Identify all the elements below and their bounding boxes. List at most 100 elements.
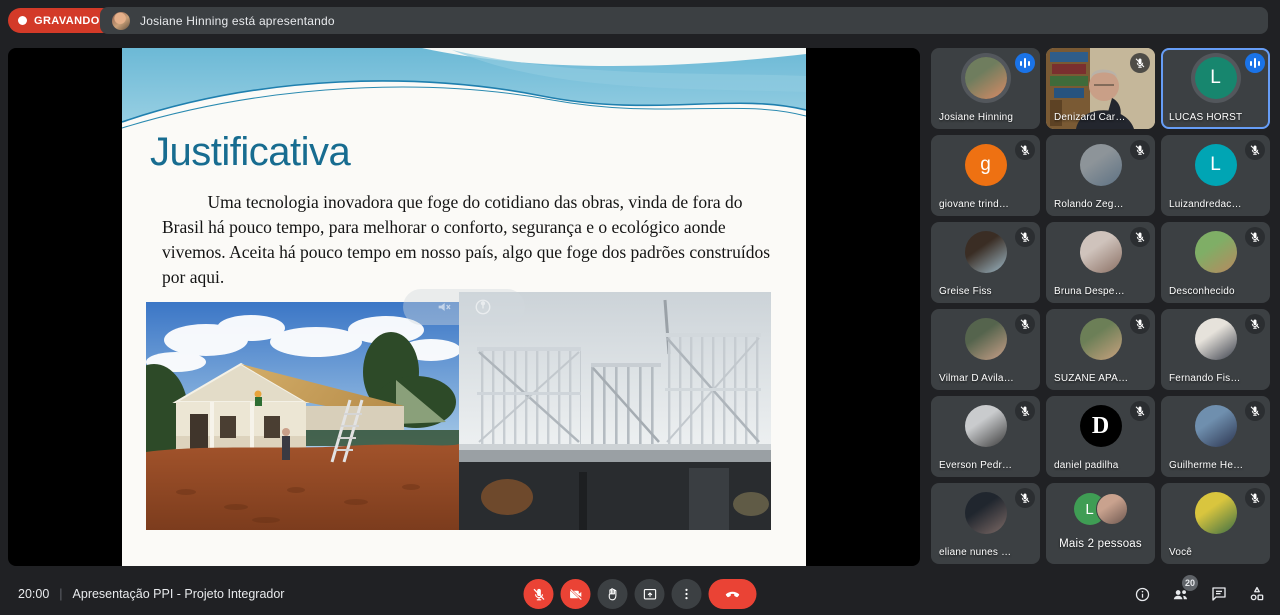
participant-tile[interactable]: Guilherme Henriq...: [1161, 396, 1270, 477]
mic-muted-icon: [1015, 227, 1035, 247]
mic-muted-icon: [1015, 488, 1035, 508]
presenter-avatar: [112, 12, 130, 30]
mic-off-icon: [531, 587, 546, 602]
participant-tile[interactable]: D daniel padilha: [1046, 396, 1155, 477]
mic-muted-icon: [1130, 140, 1150, 160]
avatar: [965, 492, 1007, 534]
chat-icon: [1210, 585, 1228, 603]
clock-time: 20:00: [18, 587, 49, 601]
avatar: g: [965, 144, 1007, 186]
slide-photo-steel-frame: [459, 292, 771, 530]
participant-tile[interactable]: L Mais 2 pessoas: [1046, 483, 1155, 564]
participant-name: Vilmar D Avila Filho: [939, 373, 1014, 384]
more-vertical-icon: [680, 587, 694, 601]
participant-name: daniel padilha: [1054, 460, 1129, 471]
slide-paragraph: Uma tecnologia inovadora que foge do cot…: [162, 190, 772, 289]
participant-name: Denizard Carvalho: [1054, 112, 1129, 123]
mic-muted-icon: [1245, 140, 1265, 160]
participant-name: Guilherme Henriq...: [1169, 460, 1244, 471]
participant-name: giovane trindade: [939, 199, 1014, 210]
participant-tile[interactable]: Rolando Zegarra: [1046, 135, 1155, 216]
participant-name: Mais 2 pessoas: [1046, 538, 1155, 550]
participant-name: Bruna Despessel: [1054, 286, 1129, 297]
mic-muted-icon: [1245, 401, 1265, 421]
slide-photo-house: [146, 302, 459, 530]
participant-tile[interactable]: Everson Pedroso: [931, 396, 1040, 477]
participant-name: Rolando Zegarra: [1054, 199, 1129, 210]
presentation-hover-controls[interactable]: [403, 289, 525, 325]
camera-toggle-button[interactable]: [561, 579, 591, 609]
participants-button[interactable]: 20: [1171, 585, 1190, 604]
participant-tile[interactable]: Bruna Despessel: [1046, 222, 1155, 303]
pin-icon: [474, 298, 492, 316]
mic-toggle-button[interactable]: [524, 579, 554, 609]
present-screen-button[interactable]: [635, 579, 665, 609]
participant-tile[interactable]: g giovane trindade: [931, 135, 1040, 216]
mic-muted-icon: [1015, 401, 1035, 421]
slide-title: Justificativa: [150, 130, 350, 175]
recording-label: GRAVANDO: [34, 15, 100, 27]
participant-name: eliane nunes bund...: [939, 547, 1014, 558]
mic-muted-icon: [1130, 227, 1150, 247]
audio-activity-icon: [1015, 53, 1035, 73]
chat-button[interactable]: [1210, 585, 1228, 603]
raise-hand-button[interactable]: [598, 579, 628, 609]
participant-tile[interactable]: Desconhecido: [1161, 222, 1270, 303]
avatar: [1080, 144, 1122, 186]
mic-muted-icon: [1015, 140, 1035, 160]
avatar: [965, 318, 1007, 360]
presenting-text: Josiane Hinning está apresentando: [140, 14, 335, 28]
divider: |: [59, 587, 62, 601]
recording-dot-icon: [18, 16, 27, 25]
avatar: L: [1195, 144, 1237, 186]
end-call-icon: [724, 585, 742, 603]
participant-name: LUCAS HORST: [1169, 112, 1244, 123]
participant-name: Desconhecido: [1169, 286, 1244, 297]
top-bar: GRAVANDO Josiane Hinning está apresentan…: [0, 0, 1280, 40]
avatar: [1195, 405, 1237, 447]
participant-tile[interactable]: Vilmar D Avila Filho: [931, 309, 1040, 390]
avatar: [1080, 318, 1122, 360]
audio-off-icon: [436, 299, 452, 315]
bottom-bar: 20:00 | Apresentação PPI - Projeto Integ…: [0, 573, 1280, 615]
meeting-info: 20:00 | Apresentação PPI - Projeto Integ…: [18, 573, 284, 615]
participant-tile[interactable]: L Luizandredacosta ...: [1161, 135, 1270, 216]
participant-name: SUZANE APARECID...: [1054, 373, 1129, 384]
participant-tile[interactable]: Fernando Fischer: [1161, 309, 1270, 390]
participant-tile[interactable]: SUZANE APARECID...: [1046, 309, 1155, 390]
participant-tile[interactable]: eliane nunes bund...: [931, 483, 1040, 564]
participant-name: Você: [1169, 547, 1244, 558]
meeting-name: Apresentação PPI - Projeto Integrador: [73, 587, 285, 601]
activities-button[interactable]: [1248, 585, 1266, 603]
avatar: [1195, 231, 1237, 273]
mic-muted-icon: [1245, 227, 1265, 247]
avatar: [965, 405, 1007, 447]
participant-tile[interactable]: Greise Fiss: [931, 222, 1040, 303]
meeting-panel-buttons: 20: [1134, 573, 1266, 615]
mic-muted-icon: [1245, 488, 1265, 508]
mic-muted-icon: [1130, 53, 1150, 73]
avatar: L: [1195, 57, 1237, 99]
info-icon: [1134, 586, 1151, 603]
avatar: [1195, 318, 1237, 360]
participant-tile[interactable]: Você: [1161, 483, 1270, 564]
participant-tile[interactable]: Denizard Carvalho: [1046, 48, 1155, 129]
call-controls: [524, 579, 757, 609]
audio-activity-icon: [1245, 53, 1265, 73]
mic-muted-icon: [1130, 401, 1150, 421]
participant-count-badge: 20: [1182, 575, 1198, 591]
end-call-button[interactable]: [709, 579, 757, 609]
mic-muted-icon: [1015, 314, 1035, 334]
hand-icon: [605, 587, 620, 602]
participants-grid: Josiane Hinning: [931, 48, 1272, 564]
activities-icon: [1248, 585, 1266, 603]
participant-tile[interactable]: L LUCAS HORST: [1161, 48, 1270, 129]
avatar: [1195, 492, 1237, 534]
camera-off-icon: [568, 587, 583, 602]
more-options-button[interactable]: [672, 579, 702, 609]
avatar: D: [1080, 405, 1122, 447]
meeting-details-button[interactable]: [1134, 586, 1151, 603]
presentation-tile[interactable]: Justificativa Uma tecnologia inovadora q…: [8, 48, 920, 566]
participant-tile[interactable]: Josiane Hinning: [931, 48, 1040, 129]
avatar: [965, 231, 1007, 273]
